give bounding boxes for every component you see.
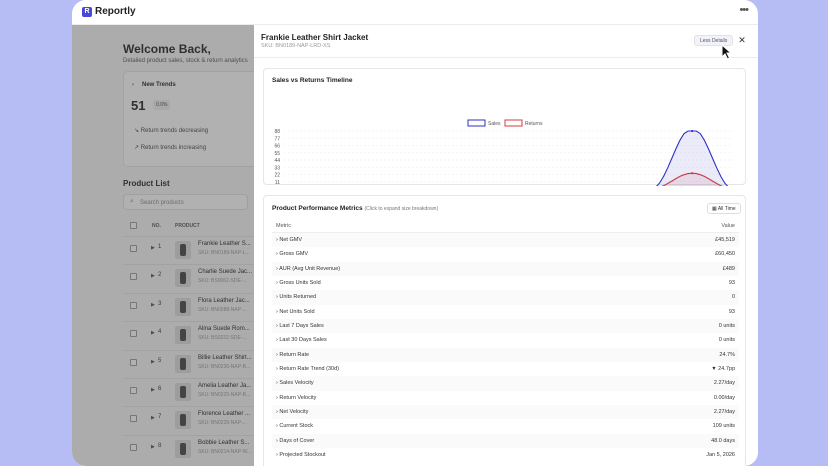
legend-swatch [504,119,523,127]
metrics-hint: (Click to expand size breakdown) [364,206,439,212]
metric-label: › Return Rate Trend (30d) [276,366,339,373]
app-window: R Reportly ••• Welcome Back, Detailed pr… [72,0,758,466]
metric-value: 93 [728,308,735,315]
mouse-cursor-icon [721,44,733,60]
metric-row[interactable]: › Return Velocity 0.00/day [272,391,739,405]
top-bar: R Reportly ••• [72,0,758,25]
metric-row[interactable]: › Projected Stockout Jan 5, 2026 [272,448,739,462]
product-detail-panel: Frankie Leather Shirt Jacket SKU: BN0189… [254,25,758,466]
metric-label: › Return Rate [276,351,310,358]
metric-row[interactable]: › Last 30 Days Sales 0 units [272,333,739,347]
legend-label: Returns [525,121,543,127]
metric-label: › Net GMV [276,237,302,243]
modal-backdrop[interactable] [72,25,254,466]
metric-value: 0 units [718,337,735,344]
metric-value: ▼ 24.7pp [711,366,735,373]
metric-label: › Sales Velocity [276,380,314,387]
divider [254,57,758,58]
metric-row[interactable]: › Units Returned 0 [272,290,739,305]
metric-value: 2.27/day [713,380,735,387]
metrics-title: Product Performance Metrics (Click to ex… [272,205,438,212]
col-metric: Metric [276,223,291,229]
y-tick-label: 77 [274,136,280,142]
metric-value: 93 [728,280,735,287]
time-range-label: All Time [717,206,736,212]
calendar-icon: ▦ [712,206,717,212]
time-range-button[interactable]: ▦ All Time [707,203,741,214]
metric-row[interactable]: › AUR (Avg Unit Revenue) £489 [272,261,739,277]
timeline-chart: 01122334455667788DecJanFebMarAprMayJunJu… [274,119,733,186]
metric-value: 0.00/day [713,394,735,401]
metric-value: 48.0 days [711,437,735,444]
y-tick-label: 33 [274,165,280,171]
metric-label: › Last 7 Days Sales [276,323,324,330]
y-tick-label: 55 [274,151,280,157]
y-tick-label: 66 [274,144,280,150]
metric-value: £60,450 [715,251,735,258]
metric-label: › AUR (Avg Unit Revenue) [276,265,341,272]
metric-label: › Days of Cover [276,437,315,444]
metric-row[interactable]: › Return Rate 24.7% [272,347,739,363]
metric-label: › Current Stock [276,423,313,430]
metric-row[interactable]: › Sales Velocity 2.27/day [272,376,739,391]
brand-name: Reportly [95,6,136,17]
metric-label: › Net Velocity [276,409,309,416]
metric-label: › Gross Units Sold [276,280,321,287]
col-value: Value [721,223,735,229]
metric-value: £45,519 [715,237,735,243]
metric-row[interactable]: › Gross GMV £60,450 [272,247,739,261]
series-area-sales [656,131,728,186]
metric-value: Jan 5, 2026 [706,452,735,459]
metric-row[interactable]: › Net GMV £45,519 [272,233,739,248]
metric-label: › Gross GMV [276,251,309,258]
close-icon[interactable]: ✕ [736,34,748,46]
metric-label: › Net Units Sold [276,308,315,315]
legend-swatch [467,119,486,127]
logo-icon: R [82,7,92,17]
metrics-table: Metric Value › Net GMV £45,519 › Gross GMV… [272,220,739,463]
metric-value: 0 [731,294,735,301]
metric-row[interactable]: › Days of Cover 48.0 days [272,433,739,449]
timeline-chart-card: Sales vs Returns Timeline 01122334455667… [263,68,746,186]
y-tick-label: 22 [274,173,280,179]
y-tick-label: 11 [275,180,280,186]
metric-label: › Projected Stockout [276,452,326,459]
metric-value: 0 units [718,323,735,330]
panel-sku: SKU: BN0189-NAP-LRD-XS [261,43,331,49]
y-tick-label: 44 [274,158,280,164]
y-tick-label: 88 [274,129,280,135]
metric-label: › Last 30 Days Sales [276,337,327,344]
metric-label: › Units Returned [276,294,317,301]
metric-row[interactable]: › Net Units Sold 93 [272,305,739,319]
metric-value: 2.27/day [713,409,735,416]
metric-value: 109 units [712,423,735,430]
metric-row[interactable]: › Last 7 Days Sales 0 units [272,319,739,334]
performance-metrics-card: Product Performance Metrics (Click to ex… [263,195,746,466]
metric-value: 24.7% [719,351,735,358]
metrics-title-text: Product Performance Metrics [272,205,363,212]
metric-row[interactable]: › Gross Units Sold 93 [272,276,739,290]
legend-label: Sales [488,121,501,127]
metric-row[interactable]: › Net Velocity 2.27/day [272,405,739,420]
metric-value: £489 [722,265,735,272]
metrics-table-header: Metric Value [272,220,739,233]
panel-title: Frankie Leather Shirt Jacket [261,33,369,42]
metric-row[interactable]: › Current Stock 109 units [272,419,739,433]
data-point [691,129,694,133]
metric-label: › Return Velocity [276,394,317,401]
metric-row[interactable]: › Return Rate Trend (30d) ▼ 24.7pp [272,362,739,376]
more-options-icon[interactable]: ••• [739,4,749,16]
